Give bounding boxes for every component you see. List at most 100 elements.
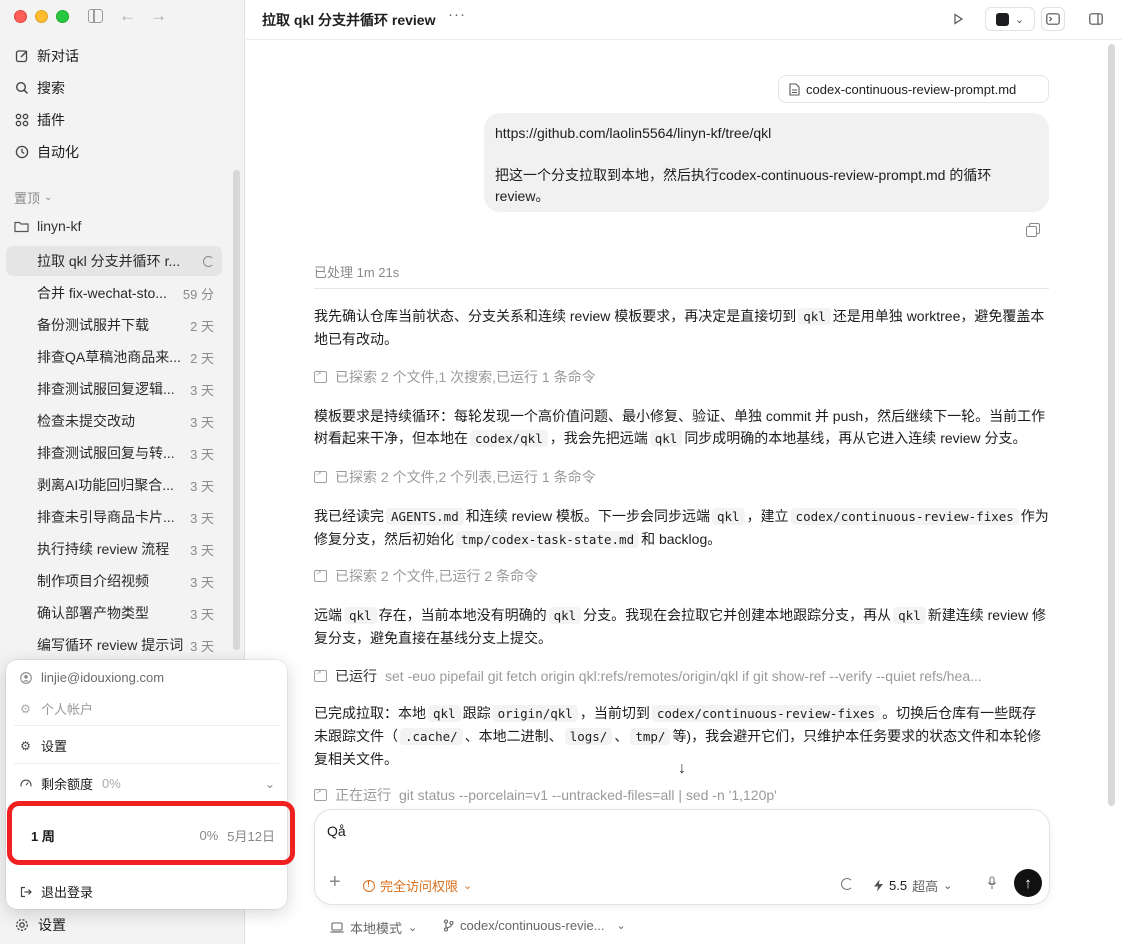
nav-plugins[interactable]: 插件 <box>14 109 65 131</box>
personal-account-label: 个人帐户 <box>41 702 94 717</box>
nav-search[interactable]: 搜索 <box>14 77 65 99</box>
mode-label: 本地模式 <box>350 921 403 936</box>
folder-icon <box>14 219 29 234</box>
inline-code: qkl <box>548 607 582 624</box>
sidebar-toggle-icon[interactable] <box>88 9 103 23</box>
attached-file-chip[interactable]: codex-continuous-review-prompt.md <box>778 75 1049 103</box>
arrow-up-icon: ↑ <box>1024 874 1032 892</box>
text: 和连续 review 模板。下一步会同步远端 <box>465 508 710 524</box>
composer[interactable]: Qå + 完全访问权限 ⌄ 5.5 超高 ⌄ ↑ <box>314 809 1050 905</box>
sidebar-settings-button[interactable]: 设置 <box>14 915 66 935</box>
chevron-down-icon: ⌄ <box>616 920 626 932</box>
gauge-icon <box>19 777 32 790</box>
thread-item[interactable]: 排查测试服回复逻辑... 3 天 <box>6 374 222 404</box>
user-icon <box>19 671 32 684</box>
more-options-button[interactable]: ··· <box>448 6 466 23</box>
text: 同步成明确的本地基线，再从它进入连续 review 分支。 <box>684 430 1027 446</box>
text: 分支。我现在会拉取它并创建本地跟踪分支，再从 <box>583 607 892 623</box>
assistant-message: 我已经读完 AGENTS.md 和连续 review 模板。下一步会同步远端 qkl，… <box>314 505 1049 551</box>
search-icon <box>14 81 29 96</box>
permission-label: 完全访问权限 <box>380 879 459 894</box>
panel-icon <box>1089 13 1103 25</box>
sidebar-scrollbar[interactable] <box>233 170 240 650</box>
close-window-button[interactable] <box>14 10 27 23</box>
message-input[interactable]: Qå <box>327 823 346 839</box>
back-arrow-icon[interactable]: ← <box>119 6 136 26</box>
chevron-down-icon: ⌄ <box>264 776 275 791</box>
minimize-window-button[interactable] <box>35 10 48 23</box>
project-folder[interactable]: linyn-kf <box>14 218 81 234</box>
microphone-icon <box>988 876 996 889</box>
thread-item[interactable]: 排查未引导商品卡片... 3 天 <box>6 502 222 532</box>
thread-time: 3 天 <box>190 574 214 590</box>
thread-title: 排查测试服回复逻辑... <box>37 381 175 397</box>
tool-step[interactable]: 已探索 2 个文件,1 次搜索,已运行 1 条命令 <box>314 367 1049 387</box>
tool-step[interactable]: 已探索 2 个文件,已运行 2 条命令 <box>314 566 1049 586</box>
microphone-button[interactable] <box>987 876 997 893</box>
inline-code: qkl <box>344 607 377 624</box>
thread-time: 3 天 <box>190 606 214 622</box>
branch-selector[interactable]: codex/continuous-revie... ⌄ <box>443 918 626 933</box>
quota-label: 剩余额度 <box>41 777 94 792</box>
model-version: 5.5 <box>889 878 908 893</box>
thread-title: 编写循环 review 提示词 <box>37 637 184 653</box>
thread-title: 备份测试服并下载 <box>37 317 149 333</box>
main-scrollbar[interactable] <box>1108 44 1115 806</box>
thread-item[interactable]: 检查未提交改动 3 天 <box>6 406 222 436</box>
run-button[interactable] <box>946 7 970 31</box>
inline-code: qkl <box>893 607 926 624</box>
tool-step-running[interactable]: 正在运行 git status --porcelain=v1 --untrack… <box>314 785 1049 805</box>
git-branch-icon <box>443 919 454 932</box>
nav-new-chat[interactable]: 新对话 <box>14 45 79 67</box>
thread-time: 3 天 <box>190 414 214 430</box>
logout-icon <box>19 885 32 898</box>
thread-time: 3 天 <box>190 446 214 462</box>
thread-item[interactable]: 制作项目介绍视频 3 天 <box>6 566 222 596</box>
copy-icon[interactable] <box>1026 223 1040 237</box>
terminal-icon <box>1046 13 1060 25</box>
add-attachment-button[interactable]: + <box>329 872 341 892</box>
thread-time: 3 天 <box>190 478 214 494</box>
thread-time: 59 分 <box>182 286 214 302</box>
thread-item[interactable]: 合并 fix-wechat-sto... 59 分 <box>6 278 222 308</box>
zoom-window-button[interactable] <box>56 10 69 23</box>
thread-item[interactable]: 拉取 qkl 分支并循环 r... <box>6 246 222 276</box>
mode-selector[interactable]: 本地模式 ⌄ <box>330 918 417 937</box>
personal-account-row: ⚙ 个人帐户 <box>19 699 275 718</box>
open-in-app-dropdown[interactable]: ⌄ <box>985 7 1035 31</box>
tool-step-label: 已探索 2 个文件,已运行 2 条命令 <box>335 568 539 584</box>
thread-item[interactable]: 排查QA草稿池商品来... 2 天 <box>6 342 222 372</box>
laptop-icon <box>330 922 344 933</box>
scroll-to-bottom-button[interactable]: ↓ <box>669 756 695 782</box>
clock-icon <box>14 145 29 160</box>
inline-code: codex/continuous-review-fixes <box>651 705 881 722</box>
thread-time: 3 天 <box>190 510 214 526</box>
send-button[interactable]: ↑ <box>1014 869 1042 897</box>
tool-step-command: set -euo pipefail git fetch origin qkl:r… <box>385 668 982 684</box>
tool-step[interactable]: 已运行 set -euo pipefail git fetch origin q… <box>314 666 1049 686</box>
tool-step[interactable]: 已探索 2 个文件,2 个列表,已运行 1 条命令 <box>314 467 1049 487</box>
thread-item[interactable]: 剥离AI功能回归聚合... 3 天 <box>6 470 222 500</box>
forward-arrow-icon[interactable]: → <box>150 6 167 26</box>
thread-item[interactable]: 排查测试服回复与转... 3 天 <box>6 438 222 468</box>
warning-icon <box>363 879 375 892</box>
pinned-section-header[interactable]: 置顶 ⌄ <box>14 188 52 207</box>
menu-settings[interactable]: ⚙ 设置 <box>19 736 275 755</box>
thread-title: 合并 fix-wechat-sto... <box>37 285 167 301</box>
attached-file-name: codex-continuous-review-prompt.md <box>806 81 1017 97</box>
right-panel-toggle-button[interactable] <box>1084 7 1108 31</box>
thread-time: 3 天 <box>190 542 214 558</box>
menu-logout[interactable]: 退出登录 <box>19 882 275 901</box>
terminal-toggle-button[interactable] <box>1041 7 1065 31</box>
thread-item[interactable]: 执行持续 review 流程 3 天 <box>6 534 222 564</box>
thread-item[interactable]: 备份测试服并下载 2 天 <box>6 310 222 340</box>
model-selector[interactable]: 5.5 超高 ⌄ <box>873 876 952 895</box>
user-message-text: 把这一个分支拉取到本地，然后执行codex-continuous-review-… <box>495 167 992 204</box>
thread-item[interactable]: 编写循环 review 提示词 3 天 <box>6 630 222 660</box>
tool-step-label: 正在运行 <box>335 787 391 803</box>
thread-item[interactable]: 确认部署产物类型 3 天 <box>6 598 222 628</box>
quota-row[interactable]: 剩余额度 0% ⌄ <box>19 774 275 793</box>
permission-dropdown[interactable]: 完全访问权限 ⌄ <box>363 876 472 895</box>
nav-automation[interactable]: 自动化 <box>14 141 79 163</box>
model-level: 超高 <box>912 879 939 894</box>
